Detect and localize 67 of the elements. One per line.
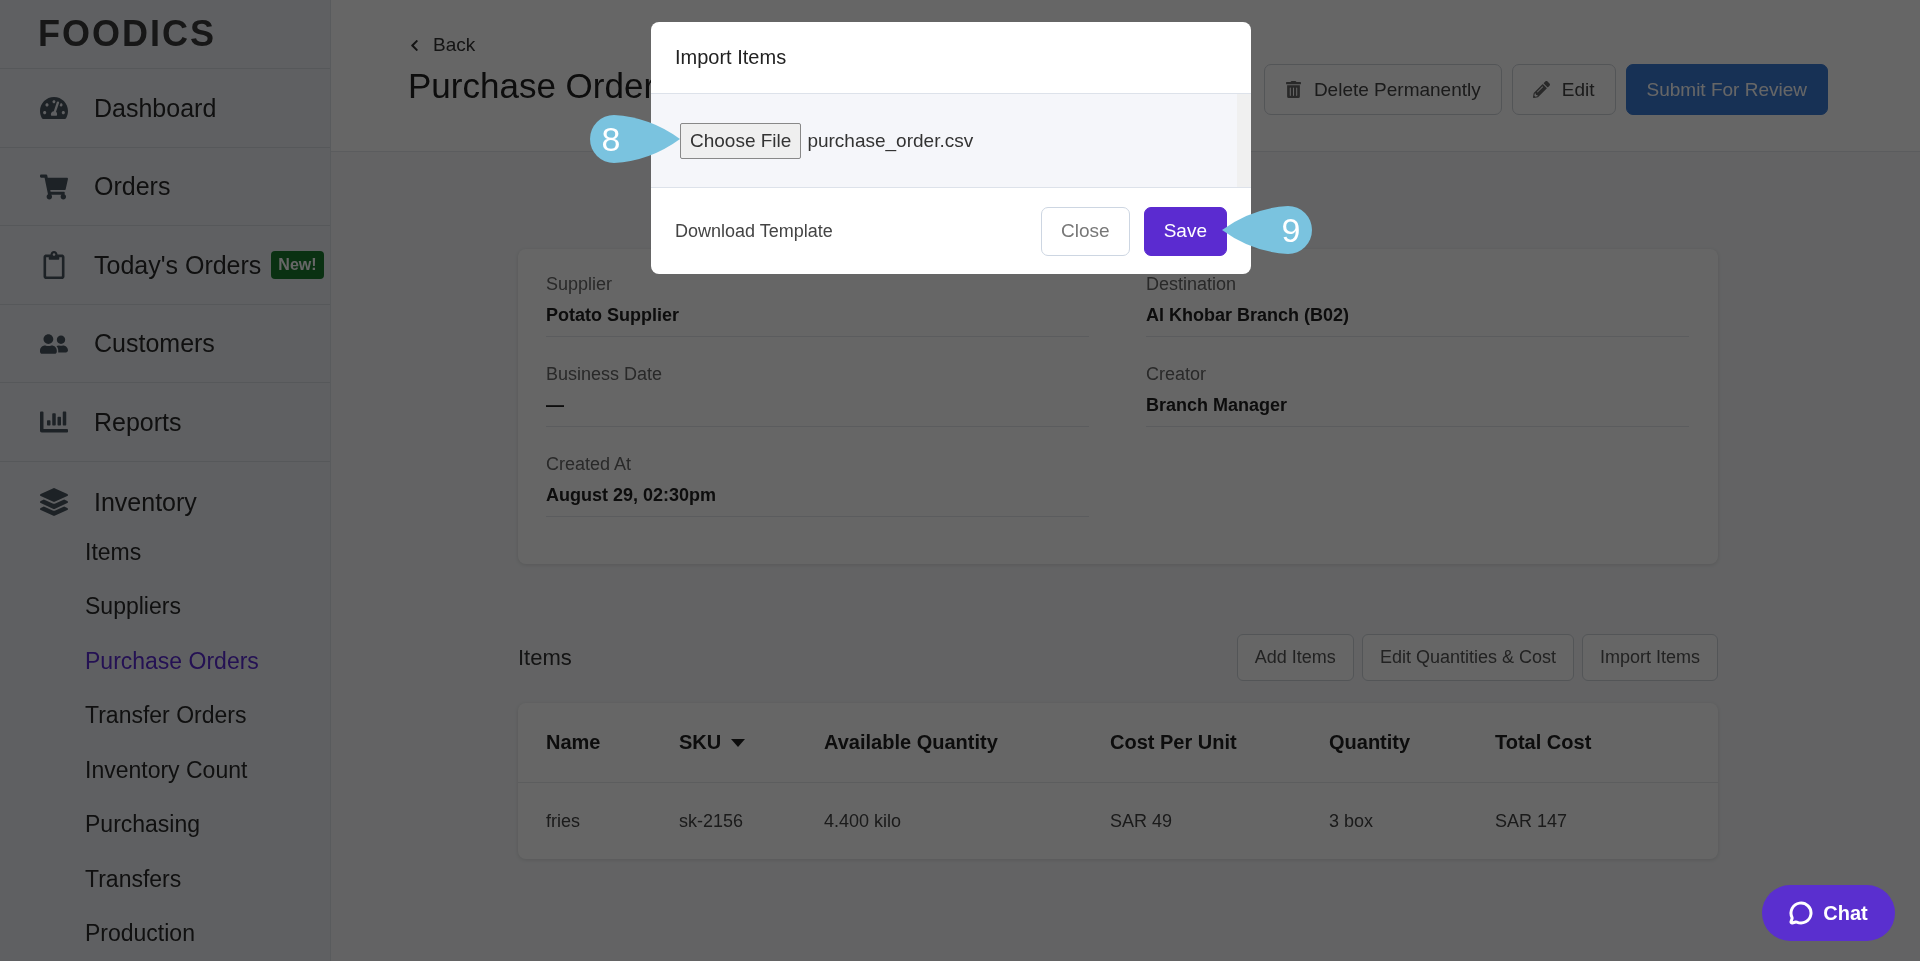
column-header[interactable]: SKU (679, 731, 824, 754)
nav-item[interactable]: Orders (0, 147, 330, 227)
pencil-icon (1532, 81, 1550, 98)
edit-button[interactable]: Edit (1511, 64, 1616, 115)
nav-subitem[interactable]: Production (0, 906, 330, 961)
field-label: Supplier (546, 274, 614, 295)
column-header[interactable]: Name (546, 731, 679, 754)
delete-button[interactable]: Delete Permanently (1263, 64, 1502, 115)
table-cell-text: SAR 49 (1110, 810, 1174, 832)
new-badge: New! (271, 251, 324, 280)
nav-item[interactable]: Today's Orders New! (0, 226, 330, 305)
table-cell-text: sk-2156 (679, 810, 745, 832)
column-header[interactable]: Quantity (1329, 731, 1495, 754)
submit-button[interactable]: Submit For Review (1625, 64, 1828, 115)
nav-label: Reports (94, 407, 182, 437)
field-value: Al Khobar Branch (B02) (1146, 305, 1351, 326)
nav-item[interactable]: Dashboard (0, 69, 330, 148)
field-label: Destination (1146, 274, 1238, 295)
layers-icon (38, 488, 70, 517)
action-button[interactable]: Add Items (1236, 634, 1354, 681)
nav-item[interactable]: Reports (0, 383, 330, 462)
nav-item[interactable]: Inventory (0, 479, 330, 525)
nav-label: Orders (94, 172, 171, 202)
column-header[interactable]: Cost Per Unit (1110, 731, 1329, 754)
column-header[interactable]: Available Quantity (824, 731, 1110, 754)
choose-file-button[interactable]: Choose File (680, 122, 802, 159)
nav-subitem[interactable]: Items (0, 524, 330, 580)
table-cell-text: 3 box (1329, 810, 1375, 832)
nav-subitem[interactable]: Inventory Count (0, 742, 330, 798)
logo: FOODICS (0, 0, 330, 70)
download-template-link[interactable]: Download Template (675, 220, 833, 242)
field-value: — (546, 395, 565, 416)
file-name: purchase_order.csv (807, 129, 974, 152)
nav-item[interactable]: Customers (0, 304, 330, 384)
chevron-left-icon (408, 38, 421, 52)
cart-icon (38, 172, 70, 201)
table-cell-text: fries (546, 810, 581, 832)
section-title: Items (518, 644, 572, 671)
close-button[interactable]: Close (1041, 206, 1130, 256)
table-cell-text: 4.400 kilo (824, 810, 903, 832)
field-label: Business Date (546, 364, 664, 385)
action-button[interactable]: Edit Quantities & Cost (1361, 634, 1574, 681)
dialog-title: Import Items (675, 46, 787, 69)
nav-subitem[interactable]: Transfer Orders (0, 688, 330, 743)
field-value: Potato Supplier (546, 305, 680, 326)
back-link[interactable]: Back (408, 34, 656, 56)
nav-subitem[interactable]: Transfers (0, 851, 330, 907)
field-label: Created At (546, 454, 633, 475)
field-value: Branch Manager (1146, 395, 1289, 416)
field-value: August 29, 02:30pm (546, 485, 718, 506)
column-header[interactable]: Total Cost (1495, 731, 1690, 754)
nav-label: Customers (94, 329, 215, 359)
page-title: Purchase Order (408, 66, 656, 106)
field-label: Creator (1146, 364, 1208, 385)
chat-button[interactable]: Chat (1762, 885, 1895, 941)
nav-label: Dashboard (94, 93, 217, 123)
nav-label: Inventory (94, 487, 197, 517)
scrollbar[interactable] (1237, 94, 1251, 187)
save-button[interactable]: Save (1143, 206, 1227, 256)
chat-bubble-icon (1789, 901, 1814, 925)
nav-subitem[interactable]: Purchase Orders (0, 633, 330, 689)
table-cell-text: SAR 147 (1495, 810, 1569, 832)
nav-subitem[interactable]: Suppliers (0, 579, 330, 634)
action-button[interactable]: Import Items (1581, 634, 1718, 681)
nav-label: Today's Orders (94, 250, 262, 280)
trash-icon (1284, 81, 1302, 98)
nav-subitem[interactable]: Purchasing (0, 797, 330, 852)
